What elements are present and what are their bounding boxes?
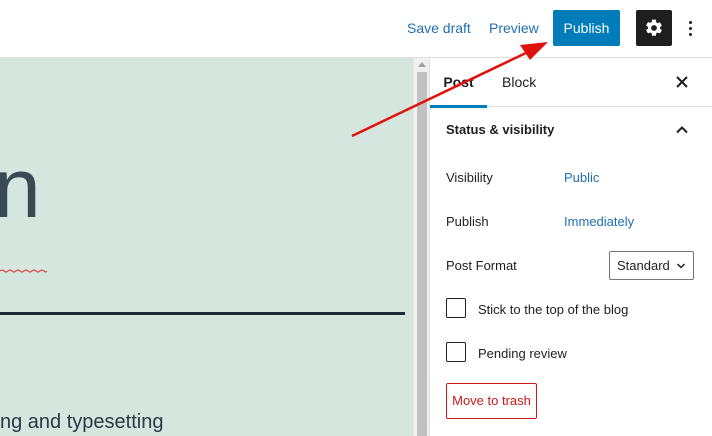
- preview-link[interactable]: Preview: [489, 18, 539, 38]
- publish-button[interactable]: Publish: [553, 10, 620, 46]
- sticky-checkbox[interactable]: [446, 298, 466, 318]
- publish-date-toggle[interactable]: Immediately: [564, 214, 634, 229]
- separator-block[interactable]: [0, 312, 405, 315]
- save-draft-link[interactable]: Save draft: [407, 18, 471, 38]
- canvas-scrollbar[interactable]: [413, 58, 429, 436]
- visibility-toggle[interactable]: Public: [564, 170, 599, 185]
- settings-sidebar: Post Block Status & visibility Visibilit…: [429, 58, 712, 436]
- paragraph-fragment[interactable]: ng and typesetting: [0, 411, 163, 434]
- panel-title: Status & visibility: [446, 122, 555, 137]
- status-visibility-panel-header[interactable]: Status & visibility: [430, 107, 712, 153]
- editor-window: Save draft Preview Publish n ng and type…: [0, 0, 712, 436]
- post-format-value: Standard: [617, 258, 670, 273]
- close-icon: [676, 76, 688, 88]
- close-sidebar-button[interactable]: [672, 72, 692, 92]
- settings-button[interactable]: [636, 10, 672, 46]
- publish-label: Publish: [446, 214, 489, 229]
- pending-review-checkbox[interactable]: [446, 342, 466, 362]
- pending-review-label[interactable]: Pending review: [478, 346, 567, 361]
- gear-icon: [646, 19, 662, 36]
- sticky-label[interactable]: Stick to the top of the blog: [478, 302, 628, 317]
- post-format-label: Post Format: [446, 258, 517, 273]
- tab-block[interactable]: Block: [502, 58, 536, 107]
- top-toolbar: Save draft Preview Publish: [0, 0, 712, 58]
- spellcheck-underline: [0, 269, 47, 273]
- sidebar-tabs: Post Block: [430, 58, 712, 108]
- more-options-button[interactable]: [680, 12, 700, 44]
- move-to-trash-button[interactable]: Move to trash: [446, 383, 537, 419]
- vertical-ellipsis-icon: [688, 20, 692, 24]
- chevron-up-icon: [676, 126, 688, 134]
- chevron-down-icon: [676, 263, 686, 269]
- scroll-up-arrow-icon[interactable]: [418, 62, 426, 67]
- tab-post[interactable]: Post: [430, 58, 487, 108]
- post-title-fragment[interactable]: n: [0, 140, 41, 236]
- post-format-select[interactable]: Standard: [609, 251, 694, 280]
- editor-canvas[interactable]: n ng and typesetting: [0, 58, 413, 436]
- visibility-label: Visibility: [446, 170, 493, 185]
- scrollbar-thumb[interactable]: [417, 72, 427, 436]
